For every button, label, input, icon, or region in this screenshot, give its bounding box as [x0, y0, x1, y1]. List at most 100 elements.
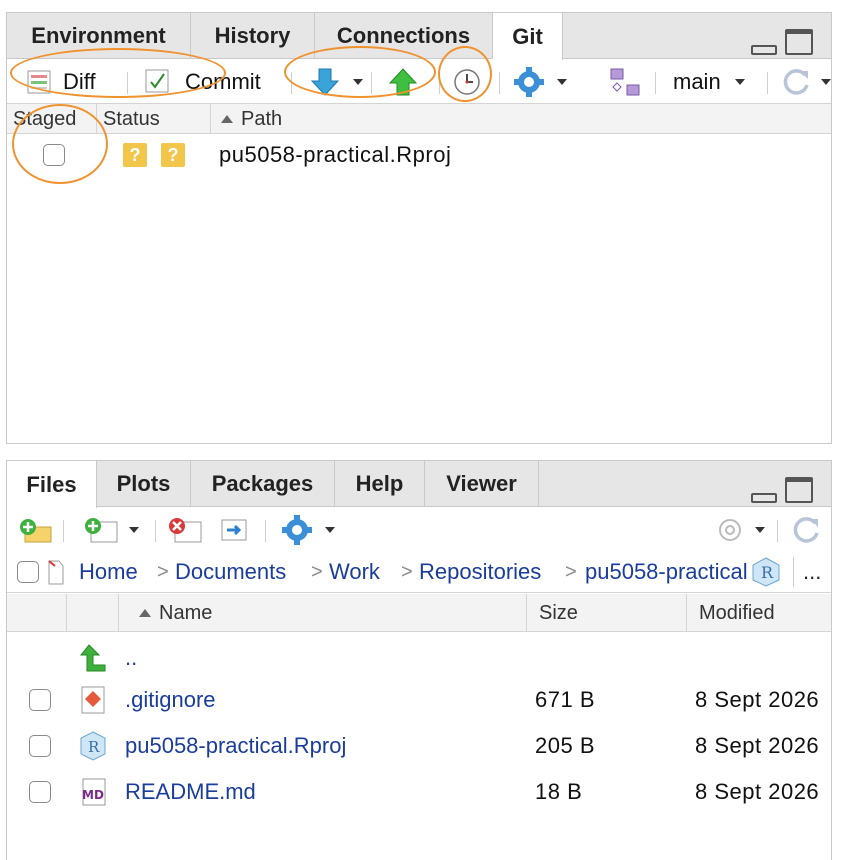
commit-button[interactable]: Commit: [145, 60, 261, 104]
select-all-checkbox[interactable]: [17, 561, 39, 583]
refresh-icon: [793, 517, 819, 543]
files-toolbar: [7, 508, 831, 552]
minimize-pane-button[interactable]: [751, 493, 777, 503]
parent-directory-row[interactable]: ..: [7, 635, 831, 681]
svg-text:R: R: [88, 738, 100, 756]
column-path[interactable]: Path: [211, 104, 833, 134]
file-row[interactable]: .gitignore 671 B 8 Sept 2026: [7, 677, 831, 723]
maximize-pane-button[interactable]: [785, 29, 813, 55]
file-name-link[interactable]: pu5058-practical.Rproj: [125, 723, 346, 769]
column-staged-label: Staged: [13, 107, 77, 130]
tab-history[interactable]: History: [191, 13, 315, 59]
column-status-label: Status: [103, 107, 160, 130]
pull-button[interactable]: [311, 60, 363, 104]
column-select: [7, 594, 67, 632]
commit-label: Commit: [185, 69, 261, 94]
untracked-status-badge: ?: [123, 143, 147, 167]
file-name-link[interactable]: README.md: [125, 769, 256, 815]
minimize-pane-button[interactable]: [751, 45, 777, 55]
diff-button[interactable]: Diff: [27, 60, 96, 104]
tab-help[interactable]: Help: [335, 461, 425, 507]
gear-icon: [719, 519, 741, 541]
sort-ascending-icon: [221, 115, 233, 123]
branch-label: main: [673, 69, 721, 94]
history-button[interactable]: [453, 60, 481, 104]
tab-environment[interactable]: Environment: [7, 13, 191, 59]
files-refresh-button[interactable]: [791, 508, 821, 552]
column-name-label: Name: [159, 601, 213, 624]
branch-dropdown-caret-icon: [734, 79, 745, 85]
column-modified[interactable]: Modified: [687, 594, 833, 632]
breadcrumb-home[interactable]: Home: [79, 551, 138, 593]
file-size: 671 B: [535, 687, 595, 712]
tab-plots[interactable]: Plots: [97, 461, 191, 507]
tab-packages[interactable]: Packages: [191, 461, 335, 507]
staged-checkbox[interactable]: [43, 144, 65, 166]
push-arrow-up-icon: [389, 68, 417, 96]
git-more-button[interactable]: [513, 60, 567, 104]
new-folder-button[interactable]: [19, 508, 53, 552]
file-name-link[interactable]: .gitignore: [125, 677, 216, 723]
branch-graph-icon: [610, 68, 640, 96]
column-staged[interactable]: Staged: [7, 104, 97, 134]
new-blank-file-button[interactable]: [83, 508, 139, 552]
column-status[interactable]: Status: [97, 104, 211, 134]
breadcrumb-separator-icon: >: [401, 560, 413, 583]
pull-dropdown-caret-icon[interactable]: [353, 79, 363, 85]
file-modified: 8 Sept 2026: [695, 687, 820, 712]
gear-dropdown-caret-icon[interactable]: [557, 79, 567, 85]
git-table-header: Staged Status Path: [7, 104, 831, 134]
maximize-pane-button[interactable]: [785, 477, 813, 503]
diff-icon: [27, 70, 51, 94]
breadcrumb-repositories[interactable]: Repositories: [419, 551, 541, 593]
delete-button[interactable]: [167, 508, 203, 552]
git-file-path: pu5058-practical.Rproj: [219, 142, 452, 167]
tab-connections[interactable]: Connections: [315, 13, 493, 59]
home-icon: [45, 551, 65, 593]
file-select-checkbox[interactable]: [29, 689, 51, 711]
column-size[interactable]: Size: [527, 594, 687, 632]
files-settings-button[interactable]: [715, 508, 765, 552]
tab-files[interactable]: Files: [7, 461, 97, 508]
tab-git[interactable]: Git: [493, 13, 563, 60]
column-name[interactable]: Name: [119, 594, 527, 632]
git-file-row[interactable]: ? ? pu5058-practical.Rproj: [7, 135, 831, 175]
files-pane-tabbar: Files Plots Packages Help Viewer: [7, 461, 831, 508]
file-size: 205 B: [535, 733, 595, 758]
column-size-label: Size: [539, 601, 578, 624]
file-row[interactable]: R pu5058-practical.Rproj 205 B 8 Sept 20…: [7, 723, 831, 769]
refresh-dropdown-caret-icon[interactable]: [821, 79, 831, 85]
files-more-button[interactable]: [281, 508, 335, 552]
rename-button[interactable]: [219, 508, 249, 552]
new-folder-icon: [20, 519, 52, 543]
file-row[interactable]: MD README.md 18 B 8 Sept 2026: [7, 769, 831, 815]
push-button[interactable]: [389, 60, 417, 104]
file-select-checkbox[interactable]: [29, 735, 51, 757]
branch-select[interactable]: main: [673, 60, 745, 104]
breadcrumb-project[interactable]: pu5058-practical: [585, 551, 761, 593]
git-toolbar: Diff Commit main: [7, 60, 831, 104]
pull-arrow-down-icon: [311, 68, 339, 96]
file-select-checkbox[interactable]: [29, 781, 51, 803]
rename-icon: [221, 519, 247, 541]
breadcrumb-documents[interactable]: Documents: [175, 551, 286, 593]
files-settings-caret-icon[interactable]: [755, 527, 765, 533]
files-more-caret-icon[interactable]: [325, 527, 335, 533]
parent-directory-link[interactable]: ..: [125, 635, 137, 681]
tab-viewer[interactable]: Viewer: [425, 461, 539, 507]
untracked-status-badge: ?: [161, 143, 185, 167]
view-history-graph-button[interactable]: [609, 60, 641, 104]
refresh-button[interactable]: [781, 60, 831, 104]
diff-label: Diff: [63, 69, 96, 94]
markdown-file-icon: MD: [82, 778, 106, 806]
breadcrumb-more-button[interactable]: ...: [803, 551, 821, 593]
gear-icon: [514, 67, 544, 97]
files-table-header: Name Size Modified: [7, 594, 831, 632]
svg-text:R: R: [761, 563, 774, 582]
svg-text:MD: MD: [82, 788, 104, 802]
breadcrumb-work[interactable]: Work: [329, 551, 380, 593]
new-file-dropdown-caret-icon[interactable]: [129, 527, 139, 533]
breadcrumb-separator-icon: >: [565, 560, 577, 583]
file-size: 18 B: [535, 779, 583, 804]
file-modified: 8 Sept 2026: [695, 733, 820, 758]
